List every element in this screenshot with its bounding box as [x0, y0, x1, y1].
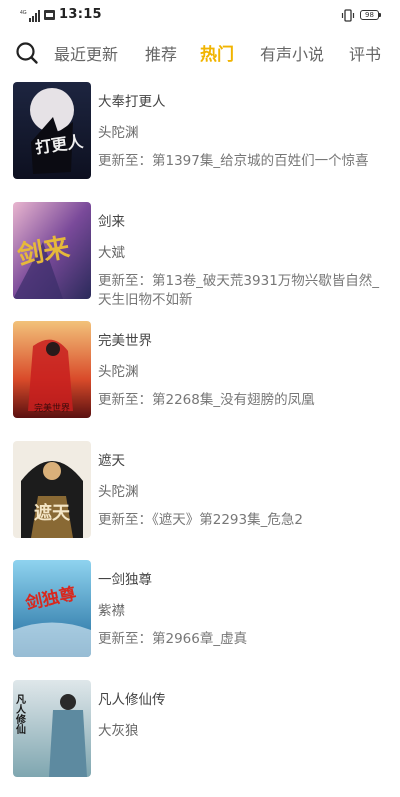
book-cover[interactable]: 完美世界 [13, 321, 91, 418]
book-author: 紫襟 [98, 599, 125, 619]
book-cover[interactable]: 凡人修仙 [13, 680, 91, 777]
book-item[interactable]: 剑独尊 一剑独尊 紫襟 更新至：第2966章_虚真 [0, 558, 400, 678]
book-list: 打更人 大奉打更人 头陀渊 更新至：第1397集_给京城的百姓们一个惊喜 剑来 [0, 80, 400, 797]
book-cover[interactable]: 剑独尊 [13, 560, 91, 657]
book-author: 大灰狼 [98, 719, 139, 739]
category-tab-bar: 最近更新 推荐 热门 有声小说 评书 [0, 32, 400, 74]
status-time: 13:15 [59, 7, 102, 22]
signal-icon: 4G [20, 9, 40, 22]
book-title: 一剑独尊 [98, 568, 152, 588]
book-item[interactable]: 凡人修仙 凡人修仙传 大灰狼 [0, 678, 400, 797]
svg-text:4G: 4G [20, 10, 27, 16]
book-update: 更新至：第13卷_破天荒3931万物兴歇皆自然_天生旧物不如新 [98, 272, 388, 310]
book-item[interactable]: 打更人 大奉打更人 头陀渊 更新至：第1397集_给京城的百姓们一个惊喜 [0, 80, 400, 200]
book-author: 头陀渊 [98, 480, 139, 500]
book-author: 大斌 [98, 241, 125, 261]
tab-popular[interactable]: 热门 [200, 40, 234, 65]
cover-title-text: 完美世界 [34, 402, 70, 414]
book-cover[interactable]: 打更人 [13, 82, 91, 179]
cover-title-text: 遮天 [34, 502, 71, 524]
notification-icon [44, 10, 55, 20]
book-item[interactable]: 剑来 剑来 大斌 更新至：第13卷_破天荒3931万物兴歇皆自然_天生旧物不如新 [0, 200, 400, 320]
book-item[interactable]: 完美世界 完美世界 头陀渊 更新至：第2268集_没有翅膀的凤凰 [0, 319, 400, 439]
book-title: 剑来 [98, 210, 125, 230]
book-title: 凡人修仙传 [98, 688, 166, 708]
vibrate-icon [341, 9, 355, 22]
book-item[interactable]: 遮天 遮天 头陀渊 更新至：《遮天》第2293集_危急2 [0, 439, 400, 559]
tab-recent-updates[interactable]: 最近更新 [54, 41, 118, 65]
book-author: 头陀渊 [98, 121, 139, 141]
book-cover[interactable]: 遮天 [13, 441, 91, 538]
book-author: 头陀渊 [98, 360, 139, 380]
battery-icon: 98 [360, 10, 379, 20]
tab-recommended[interactable]: 推荐 [145, 41, 177, 65]
tab-audio-novels[interactable]: 有声小说 [260, 41, 324, 65]
book-update: 更新至：《遮天》第2293集_危急2 [98, 511, 388, 530]
book-title: 完美世界 [98, 329, 152, 349]
search-icon[interactable] [14, 40, 40, 66]
tab-storytelling[interactable]: 评书 [349, 41, 381, 65]
book-cover[interactable]: 剑来 [13, 202, 91, 299]
status-bar: 4G 13:15 98 [0, 0, 400, 32]
book-update: 更新至：第1397集_给京城的百姓们一个惊喜 [98, 152, 388, 171]
book-update: 更新至：第2268集_没有翅膀的凤凰 [98, 391, 388, 410]
book-update: 更新至：第2966章_虚真 [98, 630, 388, 649]
book-title: 遮天 [98, 449, 125, 469]
book-title: 大奉打更人 [98, 90, 166, 110]
